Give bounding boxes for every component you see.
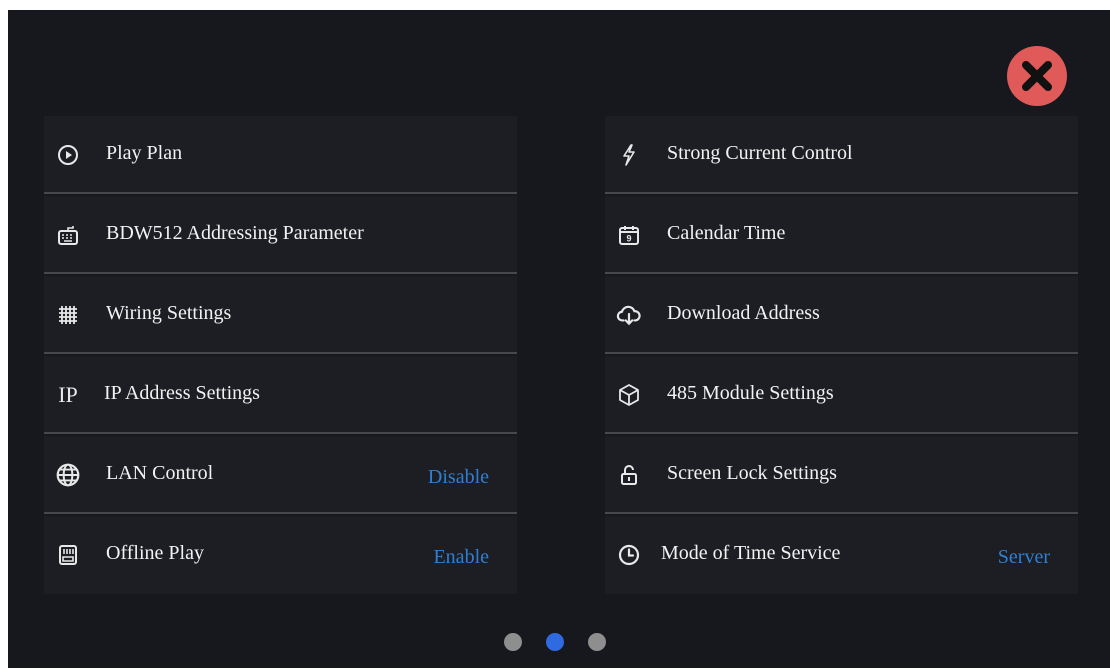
cloud-download-icon — [615, 301, 643, 329]
setting-label: IP Address Settings — [104, 382, 260, 404]
setting-label: Calendar Time — [667, 222, 786, 244]
setting-label: Play Plan — [106, 142, 183, 164]
setting-label: LAN Control — [106, 462, 214, 484]
setting-row-wiring-settings[interactable]: Wiring Settings — [44, 276, 517, 354]
setting-label: 485 Module Settings — [667, 382, 834, 404]
page-dot[interactable] — [588, 633, 606, 651]
svg-text:9: 9 — [626, 234, 631, 244]
setting-row-time-service[interactable]: Mode of Time Service Server — [605, 516, 1078, 594]
setting-row-calendar-time[interactable]: 9 Calendar Time — [605, 196, 1078, 274]
setting-row-lan-control[interactable]: LAN Control Disable — [44, 436, 517, 514]
page-indicator — [0, 630, 1110, 654]
time-service-value[interactable]: Server — [998, 546, 1050, 569]
setting-row-play-plan[interactable]: Play Plan — [44, 116, 517, 194]
setting-row-bdw512-addressing[interactable]: BDW512 Addressing Parameter — [44, 196, 517, 274]
setting-row-ip-address[interactable]: IP IP Address Settings — [44, 356, 517, 434]
sd-card-icon — [54, 541, 82, 569]
ip-icon: IP — [58, 382, 78, 407]
unlock-icon — [615, 461, 643, 489]
setting-row-485-module[interactable]: 485 Module Settings — [605, 356, 1078, 434]
close-button[interactable] — [1007, 46, 1067, 106]
play-circle-icon — [54, 141, 82, 169]
close-icon — [1022, 61, 1052, 91]
calendar-icon: 9 — [615, 221, 643, 249]
globe-icon — [54, 461, 82, 489]
setting-label: BDW512 Addressing Parameter — [106, 222, 364, 244]
lan-control-value[interactable]: Disable — [428, 466, 489, 489]
clock-icon — [615, 541, 643, 569]
cube-icon — [615, 381, 643, 409]
setting-row-screen-lock[interactable]: Screen Lock Settings — [605, 436, 1078, 514]
setting-row-download-address[interactable]: Download Address — [605, 276, 1078, 354]
setting-label: Download Address — [667, 302, 820, 324]
offline-play-value[interactable]: Enable — [433, 546, 489, 569]
page-dot-active[interactable] — [546, 633, 564, 651]
page-dot[interactable] — [504, 633, 522, 651]
lightning-icon — [615, 141, 643, 169]
setting-label: Strong Current Control — [667, 142, 853, 164]
setting-label: Screen Lock Settings — [667, 462, 837, 484]
right-settings-list: Strong Current Control 9 Calendar Time D… — [605, 116, 1078, 596]
grid-icon — [54, 301, 82, 329]
keyboard-icon — [54, 221, 82, 249]
setting-label: Offline Play — [106, 542, 204, 564]
setting-row-strong-current[interactable]: Strong Current Control — [605, 116, 1078, 194]
setting-label: Mode of Time Service — [661, 542, 841, 564]
setting-label: Wiring Settings — [106, 302, 232, 324]
left-settings-list: Play Plan BDW512 Addressing Parameter Wi… — [44, 116, 517, 596]
setting-row-offline-play[interactable]: Offline Play Enable — [44, 516, 517, 594]
